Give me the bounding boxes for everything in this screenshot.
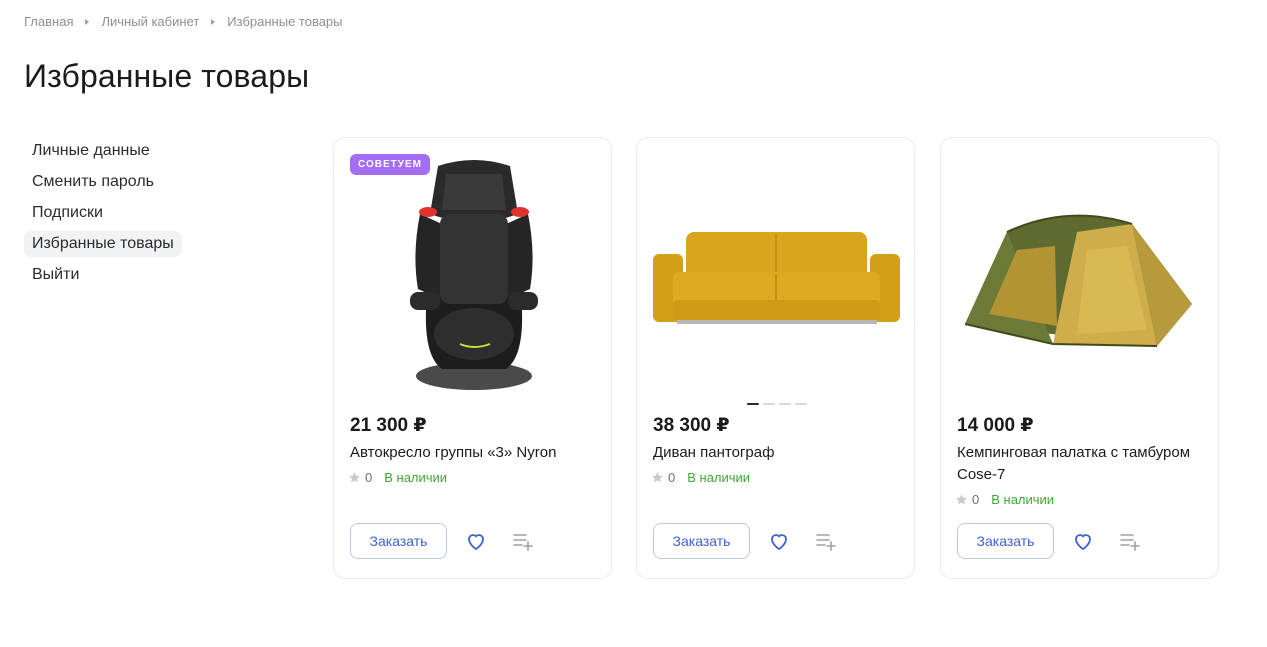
- add-to-list-icon[interactable]: [814, 529, 838, 553]
- tent-icon: [964, 214, 1192, 347]
- sidebar-item-personal-data[interactable]: Личные данные: [24, 138, 158, 164]
- breadcrumb-separator-icon: [85, 18, 90, 25]
- sidebar-item-logout[interactable]: Выйти: [24, 262, 87, 288]
- stock-status: В наличии: [384, 470, 448, 485]
- breadcrumb-account[interactable]: Личный кабинет: [101, 14, 199, 29]
- product-meta: 0 В наличии: [955, 492, 1054, 507]
- recommend-badge: СОВЕТУЕМ: [350, 154, 430, 175]
- product-price: 38 300 ₽: [653, 415, 730, 436]
- product-card[interactable]: 38 300 ₽ Диван пантограф 0 В наличии Зак…: [636, 137, 915, 579]
- breadcrumb: Главная Личный кабинет Избранные товары: [24, 14, 343, 29]
- breadcrumb-separator-icon: [211, 18, 216, 25]
- stock-status: В наличии: [991, 492, 1055, 507]
- carousel-dot[interactable]: [763, 403, 775, 405]
- heart-icon[interactable]: [1071, 529, 1095, 553]
- sidebar-menu: Личные данные Сменить пароль Подписки Из…: [24, 138, 224, 293]
- sidebar-item-subscriptions[interactable]: Подписки: [24, 200, 111, 226]
- add-to-list-icon[interactable]: [511, 529, 535, 553]
- order-button[interactable]: Заказать: [350, 523, 447, 559]
- product-card[interactable]: СОВЕТУЕМ 21 300 ₽ Автокресло группы «3» …: [333, 137, 612, 579]
- stock-status: В наличии: [687, 470, 751, 485]
- breadcrumb-home[interactable]: Главная: [24, 14, 73, 29]
- star-icon: [652, 472, 663, 483]
- heart-icon[interactable]: [767, 529, 791, 553]
- rating-count: 0: [972, 492, 980, 507]
- product-price: 21 300 ₽: [350, 415, 427, 436]
- rating-count: 0: [668, 470, 676, 485]
- order-button[interactable]: Заказать: [957, 523, 1054, 559]
- product-name[interactable]: Кемпинговая палатка с тамбуром Cose-7: [957, 442, 1197, 486]
- product-name[interactable]: Диван пантограф: [653, 442, 893, 464]
- car-seat-image[interactable]: [350, 154, 597, 396]
- sofa-image[interactable]: [653, 154, 900, 396]
- sidebar-item-change-password[interactable]: Сменить пароль: [24, 169, 162, 195]
- rating-count: 0: [365, 470, 373, 485]
- breadcrumb-current[interactable]: Избранные товары: [227, 14, 342, 29]
- star-icon: [349, 472, 360, 483]
- image-carousel-dots[interactable]: [747, 403, 807, 405]
- carousel-dot[interactable]: [779, 403, 791, 405]
- star-icon: [956, 494, 967, 505]
- tent-image[interactable]: [957, 154, 1204, 396]
- product-meta: 0 В наличии: [651, 470, 750, 485]
- product-name[interactable]: Автокресло группы «3» Nyron: [350, 442, 590, 464]
- carousel-dot[interactable]: [795, 403, 807, 405]
- page-title: Избранные товары: [24, 58, 310, 94]
- sofa-icon: [653, 232, 900, 324]
- car-seat-icon: [410, 160, 538, 390]
- product-meta: 0 В наличии: [348, 470, 447, 485]
- heart-icon[interactable]: [464, 529, 488, 553]
- product-card[interactable]: 14 000 ₽ Кемпинговая палатка с тамбуром …: [940, 137, 1219, 579]
- carousel-dot[interactable]: [747, 403, 759, 405]
- order-button[interactable]: Заказать: [653, 523, 750, 559]
- product-price: 14 000 ₽: [957, 415, 1034, 436]
- sidebar-item-favorites[interactable]: Избранные товары: [24, 231, 182, 257]
- add-to-list-icon[interactable]: [1118, 529, 1142, 553]
